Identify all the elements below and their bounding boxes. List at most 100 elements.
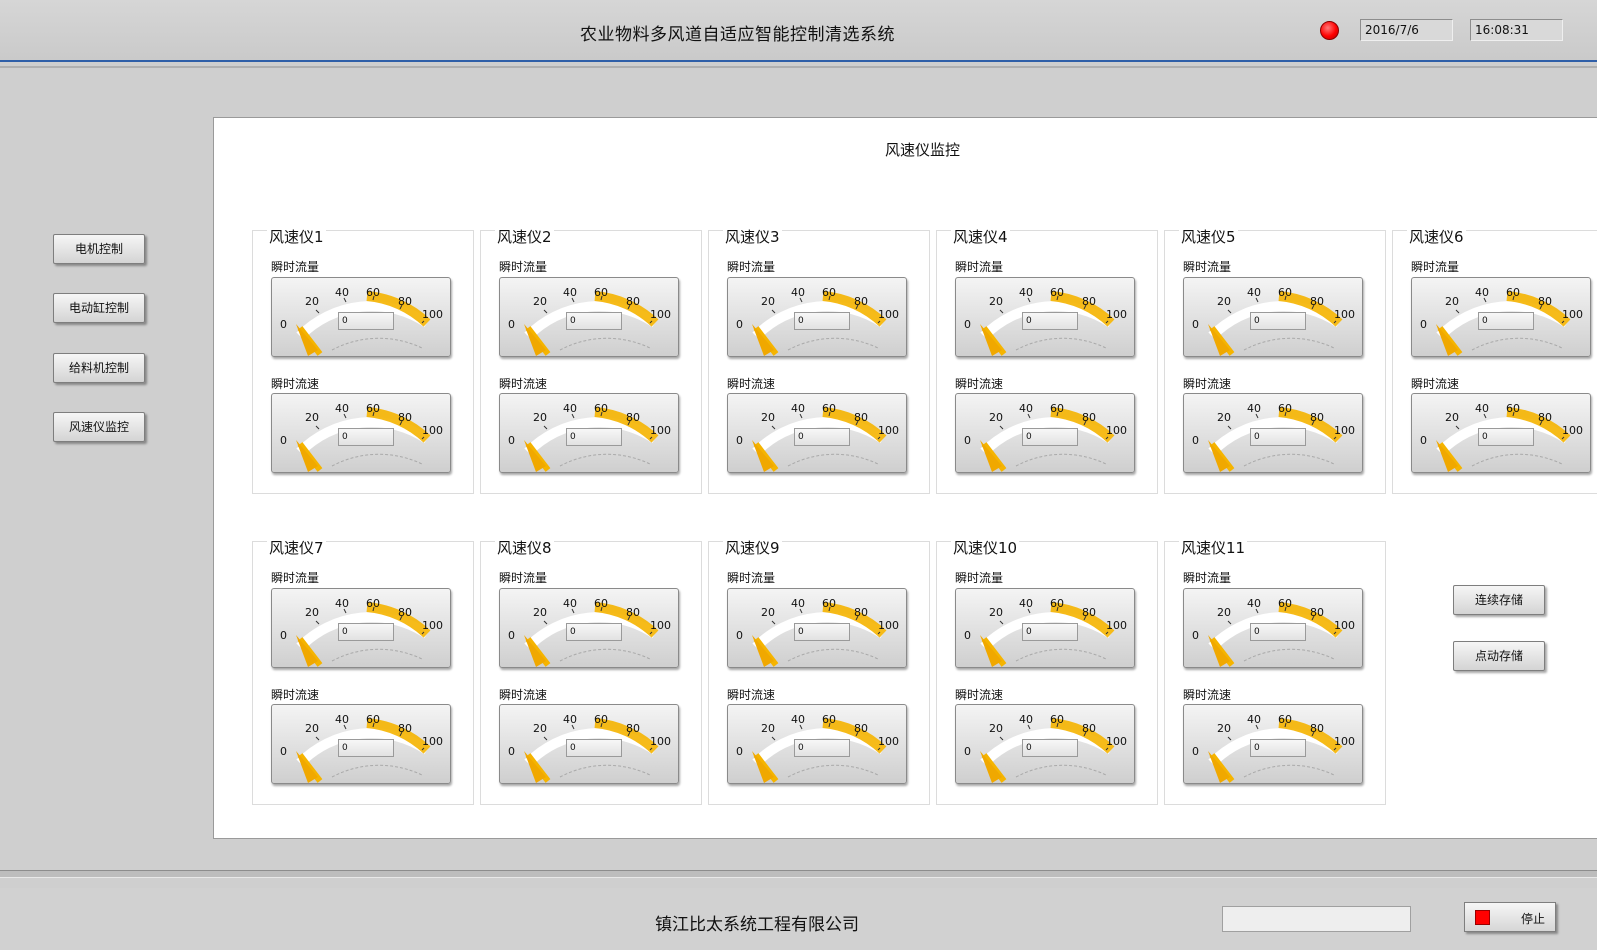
- nav-motor-control-button[interactable]: 电机控制: [53, 234, 145, 264]
- gauge-tick-label: 40: [563, 713, 577, 726]
- gauge-tick-label: 60: [594, 286, 608, 299]
- gauge-tick-label: 20: [305, 606, 319, 619]
- continuous-save-button[interactable]: 连续存储: [1453, 585, 1545, 615]
- flow-gauge: 0 20 40 60 80 100 0: [955, 588, 1135, 668]
- flow-label: 瞬时流量: [1183, 571, 1232, 585]
- single-save-button[interactable]: 点动存储: [1453, 641, 1545, 671]
- speed-label: 瞬时流速: [955, 377, 1004, 391]
- gauge-tick-label: 60: [1050, 286, 1064, 299]
- gauge-tick-label: 60: [594, 402, 608, 415]
- speed-value-display: 0: [794, 739, 850, 757]
- title-bar: 农业物料多风道自适应智能控制清选系统 2016/7/6 16:08:31: [0, 0, 1597, 62]
- flow-label: 瞬时流量: [727, 260, 776, 274]
- gauge-tick-label: 60: [1050, 713, 1064, 726]
- speed-gauge: 0 20 40 60 80 100 0: [955, 393, 1135, 473]
- flow-value-display: 0: [1250, 312, 1306, 330]
- gauge-tick-label: 60: [822, 597, 836, 610]
- speed-value-display: 0: [1022, 428, 1078, 446]
- nav-electric-cylinder-button[interactable]: 电动缸控制: [53, 293, 145, 323]
- anemometer-group: 风速仪8 瞬时流量 0 20 40 60 80 100 0 瞬时流速 0 20 …: [480, 537, 702, 805]
- gauge-tick-label: 0: [280, 629, 287, 642]
- flow-value-display: 0: [794, 312, 850, 330]
- gauge-tick-label: 0: [280, 745, 287, 758]
- gauge-tick-label: 20: [305, 411, 319, 424]
- anemometer-title: 风速仪2: [495, 226, 554, 247]
- flow-gauge: 0 20 40 60 80 100 0: [727, 588, 907, 668]
- speed-label: 瞬时流速: [271, 377, 320, 391]
- gauge-tick-label: 80: [1082, 411, 1096, 424]
- gauge-tick-label: 80: [626, 295, 640, 308]
- speed-value-display: 0: [338, 428, 394, 446]
- flow-gauge: 0 20 40 60 80 100 0: [271, 588, 451, 668]
- gauge-tick-label: 100: [650, 308, 671, 321]
- stop-button-label: 停止: [1521, 912, 1546, 926]
- gauge-tick-label: 20: [1217, 295, 1231, 308]
- speed-gauge: 0 20 40 60 80 100 0: [1411, 393, 1591, 473]
- gauge-tick-label: 40: [1019, 402, 1033, 415]
- date-display: 2016/7/6: [1360, 19, 1453, 41]
- gauge-tick-label: 100: [878, 424, 899, 437]
- flow-label: 瞬时流量: [271, 260, 320, 274]
- gauge-tick-label: 100: [1562, 308, 1583, 321]
- flow-label: 瞬时流量: [955, 260, 1004, 274]
- stop-button[interactable]: 停止: [1464, 902, 1556, 932]
- speed-label: 瞬时流速: [1411, 377, 1460, 391]
- gauge-tick-label: 20: [533, 722, 547, 735]
- speed-label: 瞬时流速: [1183, 377, 1232, 391]
- nav-feeder-control-button[interactable]: 给料机控制: [53, 353, 145, 383]
- gauge-tick-label: 0: [1420, 318, 1427, 331]
- flow-value-display: 0: [338, 623, 394, 641]
- gauge-tick-label: 20: [305, 722, 319, 735]
- gauge-tick-label: 60: [366, 286, 380, 299]
- speed-label: 瞬时流速: [955, 688, 1004, 702]
- flow-label: 瞬时流量: [955, 571, 1004, 585]
- gauge-tick-label: 20: [1445, 411, 1459, 424]
- gauge-tick-label: 60: [1050, 597, 1064, 610]
- gauge-tick-label: 40: [791, 597, 805, 610]
- gauge-tick-label: 0: [964, 629, 971, 642]
- gauge-tick-label: 20: [989, 411, 1003, 424]
- gauge-tick-label: 60: [366, 713, 380, 726]
- speed-label: 瞬时流速: [499, 377, 548, 391]
- gauge-tick-label: 100: [1562, 424, 1583, 437]
- status-text-field: [1222, 906, 1411, 932]
- flow-value-display: 0: [1022, 312, 1078, 330]
- gauge-tick-label: 40: [1247, 402, 1261, 415]
- anemometer-group: 风速仪2 瞬时流量 0 20 40 60 80 100 0 瞬时流速 0 20 …: [480, 226, 702, 494]
- gauge-tick-label: 40: [1019, 286, 1033, 299]
- gauge-tick-label: 80: [398, 722, 412, 735]
- speed-value-display: 0: [566, 428, 622, 446]
- gauge-tick-label: 60: [1278, 597, 1292, 610]
- gauge-tick-label: 20: [533, 295, 547, 308]
- gauge-tick-label: 20: [761, 411, 775, 424]
- gauge-tick-label: 80: [1310, 606, 1324, 619]
- flow-gauge: 0 20 40 60 80 100 0: [1183, 588, 1363, 668]
- flow-value-display: 0: [566, 312, 622, 330]
- speed-gauge: 0 20 40 60 80 100 0: [727, 704, 907, 784]
- flow-label: 瞬时流量: [1411, 260, 1460, 274]
- anemometer-group: 风速仪9 瞬时流量 0 20 40 60 80 100 0 瞬时流速 0 20 …: [708, 537, 930, 805]
- gauge-tick-label: 0: [508, 629, 515, 642]
- gauge-tick-label: 20: [989, 295, 1003, 308]
- gauge-tick-label: 40: [1247, 286, 1261, 299]
- speed-gauge: 0 20 40 60 80 100 0: [271, 704, 451, 784]
- nav-anemometer-monitor-button[interactable]: 风速仪监控: [53, 412, 145, 442]
- time-display: 16:08:31: [1470, 19, 1563, 41]
- gauge-tick-label: 40: [563, 402, 577, 415]
- flow-label: 瞬时流量: [271, 571, 320, 585]
- gauge-tick-label: 60: [594, 713, 608, 726]
- flow-gauge: 0 20 40 60 80 100 0: [727, 277, 907, 357]
- panel-title: 风速仪监控: [885, 141, 961, 159]
- gauge-tick-label: 40: [1019, 597, 1033, 610]
- speed-label: 瞬时流速: [727, 377, 776, 391]
- gauge-tick-label: 20: [533, 411, 547, 424]
- flow-gauge: 0 20 40 60 80 100 0: [499, 588, 679, 668]
- gauge-tick-label: 100: [1334, 308, 1355, 321]
- gauge-tick-label: 20: [761, 722, 775, 735]
- anemometer-title: 风速仪3: [723, 226, 782, 247]
- stop-indicator-icon: [1475, 910, 1490, 925]
- gauge-tick-label: 0: [1192, 745, 1199, 758]
- gauge-tick-label: 100: [1334, 424, 1355, 437]
- gauge-tick-label: 0: [1192, 434, 1199, 447]
- gauge-tick-label: 80: [398, 295, 412, 308]
